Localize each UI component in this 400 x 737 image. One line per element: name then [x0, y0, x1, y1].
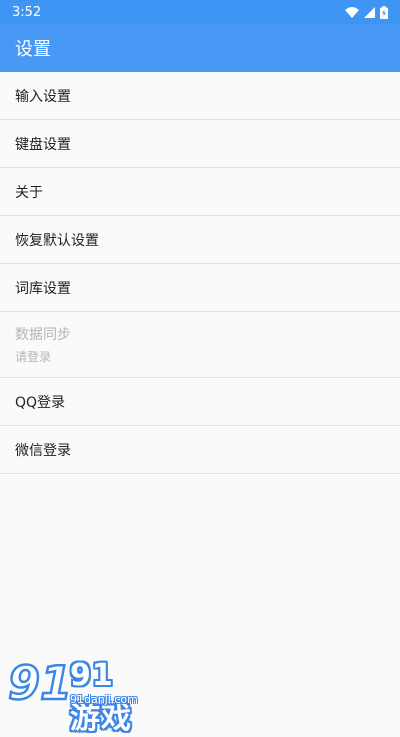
settings-item-input[interactable]: 输入设置: [0, 72, 400, 120]
settings-item-dictionary[interactable]: 词库设置: [0, 264, 400, 312]
settings-item-label: 微信登录: [15, 442, 71, 459]
settings-item-label: 关于: [15, 184, 43, 201]
status-icons: [345, 5, 388, 19]
settings-list: 输入设置 键盘设置 关于 恢复默认设置 词库设置 数据同步 请登录 QQ登录 微…: [0, 72, 400, 474]
wifi-icon: [345, 6, 359, 18]
settings-item-qq-login[interactable]: QQ登录: [0, 378, 400, 426]
watermark-91-icon: 91: [7, 655, 74, 712]
settings-item-about[interactable]: 关于: [0, 168, 400, 216]
settings-item-subtitle: 请登录: [15, 350, 52, 364]
svg-text:91: 91: [8, 656, 68, 707]
settings-item-label: QQ登录: [15, 394, 66, 411]
status-bar: 3:52: [0, 0, 400, 24]
watermark-url: 91danji.com: [70, 693, 138, 706]
settings-item-wechat-login[interactable]: 微信登录: [0, 426, 400, 474]
settings-item-label: 词库设置: [15, 280, 71, 297]
watermark-logo: 91 91游戏 91danji.com: [6, 655, 141, 736]
status-time: 3:52: [12, 4, 42, 20]
signal-icon: [364, 6, 375, 18]
settings-item-data-sync: 数据同步 请登录: [0, 312, 400, 378]
settings-item-label: 数据同步: [15, 327, 71, 343]
settings-item-keyboard[interactable]: 键盘设置: [0, 120, 400, 168]
settings-item-label: 恢复默认设置: [15, 232, 99, 249]
battery-charging-icon: [380, 5, 388, 19]
settings-item-restore-defaults[interactable]: 恢复默认设置: [0, 216, 400, 264]
settings-item-label: 输入设置: [15, 88, 71, 105]
settings-item-label: 键盘设置: [15, 136, 71, 153]
app-bar: 设置: [0, 24, 400, 72]
page-title: 设置: [15, 39, 51, 60]
